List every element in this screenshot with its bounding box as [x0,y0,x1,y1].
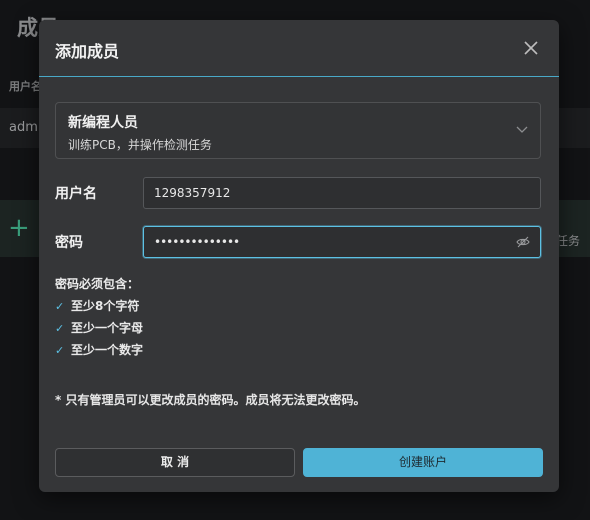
close-icon [524,41,538,55]
create-account-button[interactable]: 创建账户 [303,448,543,477]
role-select[interactable]: 新编程人员 训练PCB，并操作检测任务 [55,102,541,159]
admin-note: * 只有管理员可以更改成员的密码。成员将无法更改密码。 [55,393,366,407]
add-member-dialog: 添加成员 新编程人员 训练PCB，并操作检测任务 用户名 1298357912 … [39,20,559,492]
password-label: 密码 [55,235,83,251]
role-description: 训练PCB，并操作检测任务 [68,138,212,152]
check-icon: ✓ [55,322,65,335]
username-label: 用户名 [55,186,97,202]
chevron-down-icon [516,126,528,133]
dialog-header: 添加成员 [39,20,559,77]
password-value: •••••••••••••• [154,235,240,249]
check-icon: ✓ [55,344,65,357]
plus-icon: + [8,213,30,243]
check-icon: ✓ [55,300,65,313]
background-task-text: 任务 [556,234,581,248]
cancel-button[interactable]: 取 消 [55,448,295,477]
username-input[interactable]: 1298357912 [143,177,541,209]
column-header-username: 用户名 [9,80,42,93]
requirement-item: ✓ 至少一个字母 [55,321,144,335]
dialog-title: 添加成员 [55,42,120,61]
requirement-item: ✓ 至少8个字符 [55,299,140,313]
username-value: 1298357912 [154,186,231,200]
password-input[interactable]: •••••••••••••• [143,226,541,258]
page: 成员 用户名 admi + 任务 添加成员 新编程人员 训练PCB，并操作检测任… [0,0,590,520]
close-button[interactable] [521,38,541,58]
role-name: 新编程人员 [68,115,138,131]
requirement-item: ✓ 至少一个数字 [55,343,144,357]
table-cell-username: admi [9,120,42,135]
password-requirements-title: 密码必须包含： [55,277,140,291]
eye-off-icon[interactable] [516,235,530,249]
